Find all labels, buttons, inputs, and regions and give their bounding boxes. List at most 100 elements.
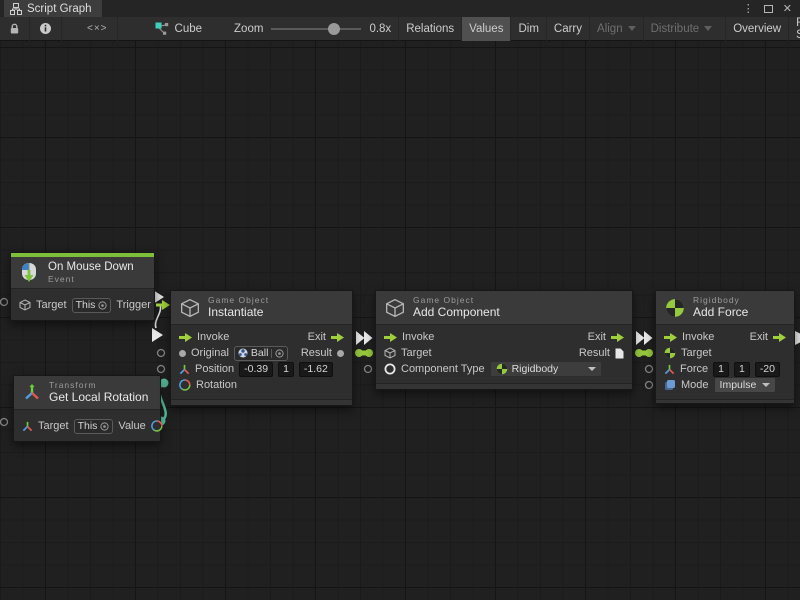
code-icon: <×> (87, 23, 108, 34)
zoom-slider-handle[interactable] (328, 23, 340, 35)
align-dropdown-button[interactable]: Align (589, 17, 643, 41)
kebab-menu-icon[interactable]: ⋮ (743, 2, 754, 15)
flow-connector-exit-invoke[interactable] (356, 331, 365, 345)
node-subtitle: Game Object (413, 295, 500, 305)
node-header[interactable]: On Mouse Down Event (11, 257, 154, 289)
inspect-button[interactable] (30, 17, 62, 41)
chevron-down-icon (704, 26, 712, 31)
value-connector-dot[interactable] (355, 349, 363, 357)
force-y-field[interactable]: 1 (734, 362, 750, 377)
force-mode-icon (664, 379, 676, 391)
port-label: Exit (588, 331, 606, 343)
port-onmousedown-target[interactable] (1, 299, 8, 306)
maximize-icon[interactable] (764, 5, 773, 13)
flow-arrow-icon[interactable] (331, 333, 344, 342)
value-connector-dot[interactable] (635, 349, 643, 357)
target-this-field[interactable]: This (74, 419, 114, 434)
port-label: Target (401, 347, 432, 359)
port-label: Target (38, 420, 69, 432)
lock-icon (9, 23, 20, 35)
rotation-icon[interactable] (179, 379, 191, 391)
relations-button[interactable]: Relations (398, 17, 461, 41)
overview-button[interactable]: Overview (725, 17, 788, 41)
flow-arrow-icon[interactable] (156, 300, 170, 310)
gameobject-icon (19, 299, 31, 311)
object-picker-icon[interactable] (271, 349, 284, 358)
dim-button[interactable]: Dim (510, 17, 545, 41)
script-graph-asset-icon (155, 22, 169, 35)
lock-button[interactable] (0, 17, 30, 41)
port-instantiate-original[interactable] (158, 350, 165, 357)
code-preview-button[interactable]: <×> (78, 17, 118, 41)
node-footer (171, 399, 352, 405)
graph-name: Cube (175, 23, 203, 35)
chevron-down-icon (628, 26, 636, 31)
close-icon[interactable]: ✕ (783, 2, 792, 15)
flow-arrow-icon[interactable] (611, 333, 624, 342)
zoom-label: Zoom (234, 23, 263, 35)
flow-connector-exit-invoke[interactable] (636, 331, 645, 345)
graph-canvas[interactable]: On Mouse Down Event Target This (0, 41, 800, 600)
port-instantiate-position[interactable] (158, 366, 165, 373)
tab-script-graph[interactable]: Script Graph (4, 0, 102, 17)
flow-port-clipped[interactable] (795, 331, 800, 345)
target-this-field[interactable]: This (72, 298, 112, 313)
node-header[interactable]: Rigidbody Add Force (656, 291, 794, 325)
node-header[interactable]: Game Object Add Component (376, 291, 632, 325)
flow-connector-exit-invoke[interactable] (644, 331, 653, 345)
flow-connector-exit-invoke[interactable] (364, 331, 373, 345)
force-z-field[interactable]: -20 (755, 362, 780, 377)
zoom-control: Zoom 0.8x (227, 17, 398, 41)
port-addforce-mode[interactable] (646, 382, 653, 389)
transform-icon (23, 384, 41, 402)
object-picker-icon[interactable] (98, 301, 107, 310)
position-y-field[interactable]: 1 (278, 362, 294, 377)
node-get-local-rotation[interactable]: Transform Get Local Rotation Target (13, 375, 161, 442)
zoom-slider-track[interactable] (271, 28, 361, 30)
node-on-mouse-down[interactable]: On Mouse Down Event Target This (10, 252, 155, 321)
fullscreen-button[interactable]: Full Screen (788, 17, 800, 41)
gameobject-icon (384, 347, 396, 359)
tab-label: Script Graph (27, 3, 92, 15)
node-title: Add Force (693, 305, 748, 319)
node-instantiate[interactable]: Game Object Instantiate Invoke Exit (170, 290, 353, 406)
flow-arrow-icon[interactable] (773, 333, 786, 342)
node-subtitle: Transform (49, 380, 148, 390)
force-mode-dropdown[interactable]: Impulse (714, 377, 777, 393)
zoom-value: 0.8x (369, 23, 391, 35)
script-graph-window: Script Graph ⋮ ✕ (0, 0, 800, 600)
component-page-icon[interactable] (615, 348, 624, 359)
flow-port-invoke-in[interactable] (152, 328, 163, 342)
force-x-field[interactable]: 1 (713, 362, 729, 377)
rotation-icon[interactable] (151, 420, 163, 432)
value-connector-dot[interactable] (365, 349, 373, 357)
graph-hierarchy-icon (10, 3, 22, 15)
value-port-icon[interactable] (337, 350, 344, 357)
flow-arrow-icon[interactable] (179, 333, 192, 342)
graph-breadcrumb[interactable]: Cube (148, 17, 210, 41)
position-z-field[interactable]: -1.62 (299, 362, 333, 377)
object-picker-icon[interactable] (100, 422, 109, 431)
type-port-icon[interactable] (384, 363, 396, 375)
node-header[interactable]: Transform Get Local Rotation (14, 376, 160, 410)
value-port-icon[interactable] (179, 350, 186, 357)
position-x-field[interactable]: -0.39 (239, 362, 273, 377)
rigidbody-icon (664, 347, 676, 359)
original-object-field[interactable]: Ball (234, 346, 289, 361)
transform-icon (22, 421, 33, 432)
carry-button[interactable]: Carry (546, 17, 589, 41)
node-add-force[interactable]: Rigidbody Add Force Invoke Exit (655, 290, 795, 404)
component-type-dropdown[interactable]: Rigidbody (490, 361, 602, 377)
port-getlocalrotation-target[interactable] (1, 419, 8, 426)
values-button[interactable]: Values (461, 17, 510, 41)
flow-arrow-icon[interactable] (664, 333, 677, 342)
node-header[interactable]: Game Object Instantiate (171, 291, 352, 325)
port-label: Target (36, 299, 67, 311)
port-label: Invoke (682, 331, 714, 343)
node-add-component[interactable]: Game Object Add Component Invoke Exit (375, 290, 633, 390)
flow-arrow-icon[interactable] (384, 333, 397, 342)
port-addforce-force[interactable] (646, 366, 653, 373)
port-addcomponent-componenttype[interactable] (365, 366, 372, 373)
value-connector-dot[interactable] (645, 349, 653, 357)
distribute-dropdown-button[interactable]: Distribute (643, 17, 720, 41)
